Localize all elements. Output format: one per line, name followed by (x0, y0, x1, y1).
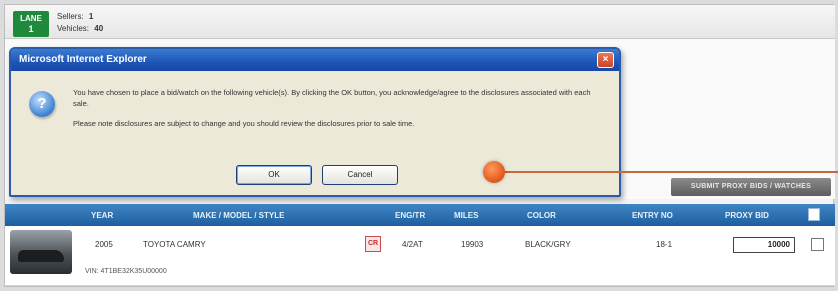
select-all-checkbox[interactable] (808, 208, 820, 221)
dialog-title: Microsoft Internet Explorer (19, 54, 147, 65)
lane-badge[interactable]: LANE 1 (13, 11, 49, 37)
cell-entry-no: 18-1 (656, 240, 673, 249)
col-color[interactable]: COLOR (527, 211, 556, 220)
dialog-message-2: Please note disclosures are subject to c… (73, 119, 415, 128)
proxy-bid-input[interactable]: 10000 (733, 237, 795, 253)
dialog-title-bar[interactable]: Microsoft Internet Explorer × (11, 49, 619, 71)
close-icon[interactable]: × (597, 52, 614, 68)
dialog-message: You have chosen to place a bid/watch on … (73, 87, 603, 138)
lane-label: LANE (20, 14, 42, 23)
dialog-message-1: You have chosen to place a bid/watch on … (73, 88, 591, 108)
auction-page: LANE 1 Sellers: 1 Vehicles: 40 SUBMIT PR… (4, 4, 838, 287)
cell-color: BLACK/GRY (525, 240, 571, 249)
submit-proxy-bids-button[interactable]: SUBMIT PROXY BIDS / WATCHES (671, 178, 831, 196)
cell-engine: 4/2AT (402, 240, 423, 249)
col-proxy-bid[interactable]: PROXY BID (725, 211, 769, 220)
lane-stat-sellers: Sellers: 1 (57, 11, 106, 23)
cancel-button[interactable]: Cancel (322, 165, 398, 185)
callout-line (503, 171, 838, 173)
col-entry-no[interactable]: ENTRY NO (632, 211, 673, 220)
question-icon: ? (29, 91, 55, 117)
stat-label: Sellers: (57, 12, 84, 21)
lane-number: 1 (28, 24, 34, 34)
ok-button[interactable]: OK (236, 165, 312, 185)
lane-stats: Sellers: 1 Vehicles: 40 (57, 11, 106, 35)
cell-make-model: TOYOTA CAMRY (143, 240, 206, 249)
col-miles[interactable]: MILES (454, 211, 478, 220)
confirm-dialog: Microsoft Internet Explorer × ? You have… (9, 47, 621, 197)
col-engine[interactable]: ENG/TR (395, 211, 425, 220)
stat-value: 1 (88, 12, 94, 21)
col-make-model[interactable]: MAKE / MODEL / STYLE (193, 211, 284, 220)
table-header: YEAR MAKE / MODEL / STYLE ENG/TR MILES C… (5, 204, 835, 226)
stat-value: 40 (94, 24, 104, 33)
row-select-checkbox[interactable] (811, 238, 824, 251)
condition-report-icon[interactable]: CR (365, 236, 381, 252)
cell-miles: 19903 (461, 240, 484, 249)
vin-text: VIN: 4T1BE32K35U00000 (85, 268, 167, 275)
cell-year: 2005 (95, 240, 113, 249)
callout-marker (483, 161, 505, 183)
lane-stat-vehicles: Vehicles: 40 (57, 23, 106, 35)
vehicle-thumbnail[interactable] (10, 230, 72, 274)
lane-header: LANE 1 Sellers: 1 Vehicles: 40 (5, 5, 835, 39)
table-row[interactable]: 2005 TOYOTA CAMRY CR 4/2AT 19903 BLACK/G… (5, 226, 835, 286)
col-year[interactable]: YEAR (91, 211, 113, 220)
stat-label: Vehicles: (57, 24, 90, 33)
